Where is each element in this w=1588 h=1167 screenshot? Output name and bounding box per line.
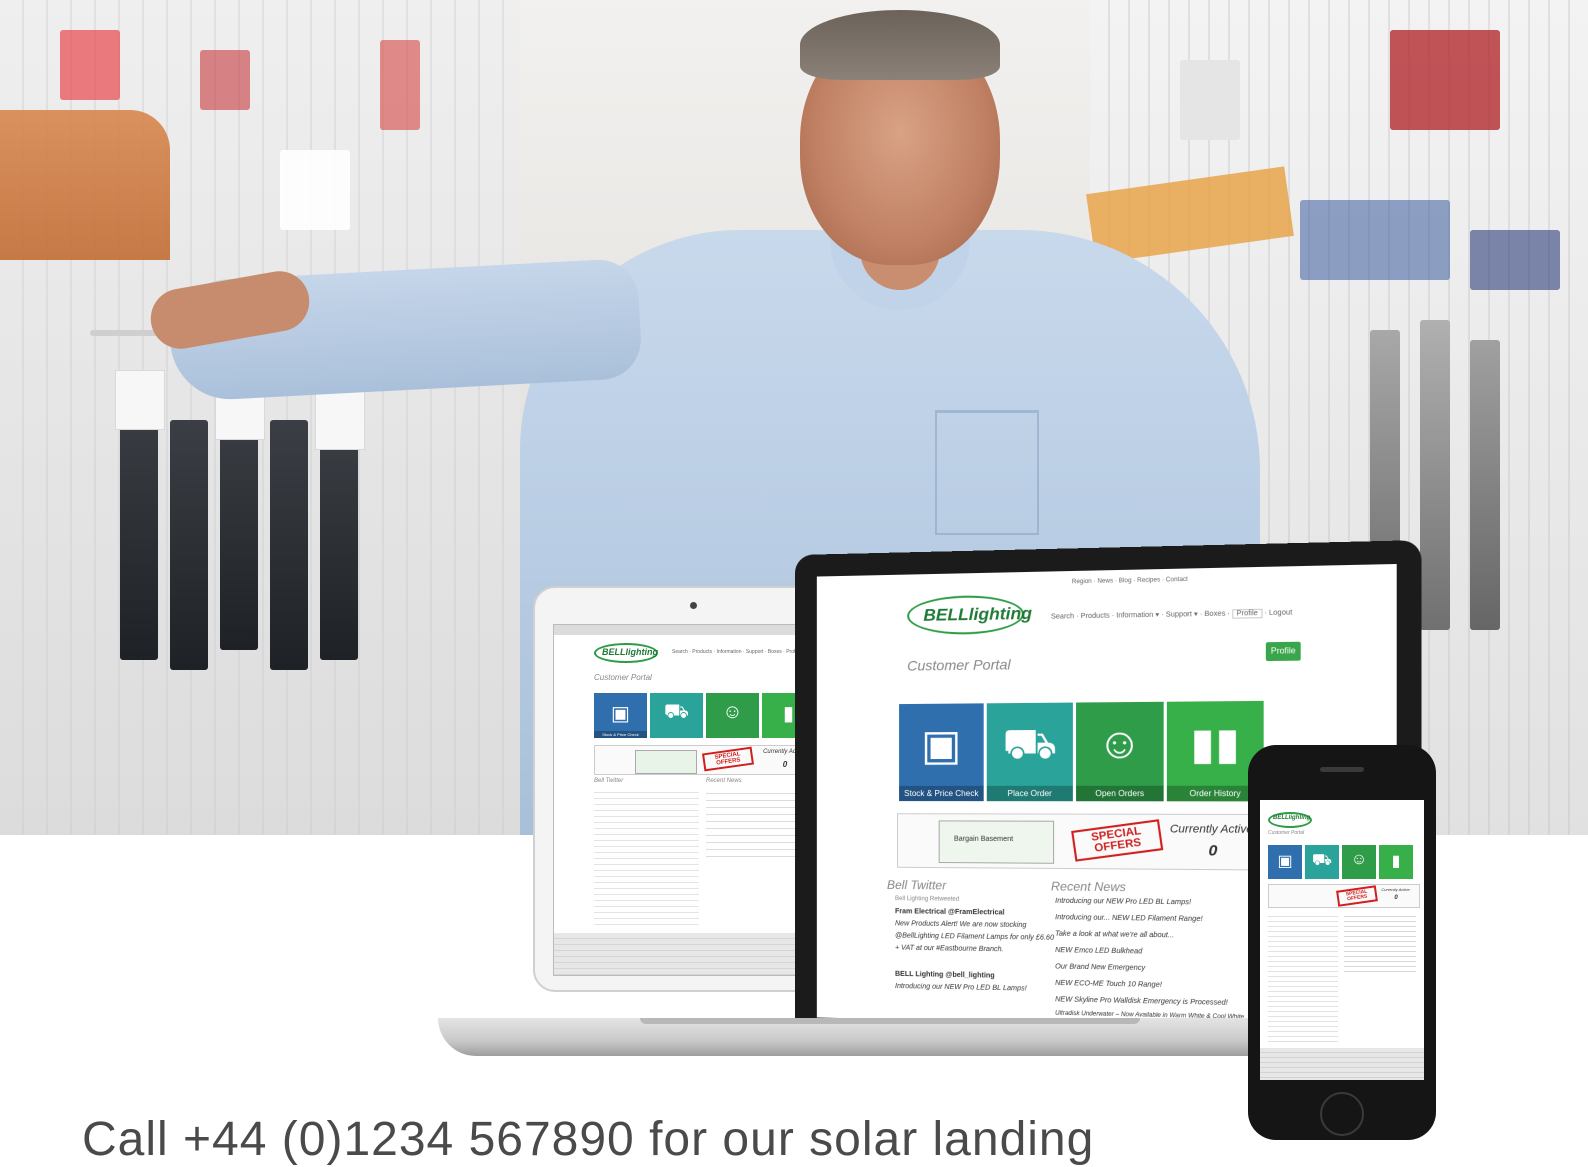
reader-icon: ☺ <box>722 701 743 723</box>
laptop-logo[interactable]: BELLlighting <box>907 594 1032 636</box>
laptop-tweet-line: Introducing our NEW Pro LED BL Lamps! <box>895 982 1027 993</box>
tablet-bargain-thumb <box>635 750 697 774</box>
tablet-screen: BELLlighting Search · Products · Informa… <box>553 624 835 976</box>
tablet-browser-bar <box>554 625 834 635</box>
tablet-promo-strip[interactable]: SPECIAL OFFERS Currently Active: 0 <box>594 745 817 775</box>
phone-home-button[interactable] <box>1320 1092 1364 1136</box>
laptop-keyboard-edge <box>640 1018 1140 1024</box>
phone-speaker-icon <box>1320 767 1364 772</box>
tablet-news-title: Recent News <box>706 778 742 784</box>
laptop-bargain-thumb: Bargain Basement <box>938 820 1055 864</box>
phone-active-count: 0 <box>1394 895 1398 901</box>
phone-offer-stamp: SPECIAL OFFERS <box>1336 885 1378 907</box>
tablet-twitter-title: Bell Twitter <box>594 778 624 784</box>
laptop-offer-stamp: SPECIAL OFFERS <box>1071 819 1164 862</box>
laptop-tweet-line[interactable]: BELL Lighting @bell_lighting <box>895 971 995 980</box>
phone-portal-title: Customer Portal <box>1268 830 1305 836</box>
laptop-top-nav[interactable]: Region · News · Blog · Recipes · Contact <box>1072 577 1188 586</box>
laptop-news-item[interactable]: Our Brand New Emergency <box>1055 963 1145 972</box>
laptop-tweet-line: + VAT at our #Eastbourne Branch. <box>895 944 1004 954</box>
laptop-nav[interactable]: Search · Products · Information ▾ · Supp… <box>1051 608 1292 621</box>
phone-promo-strip[interactable]: SPECIAL OFFERS Currently Active: 0 <box>1268 884 1420 908</box>
laptop-tile-stock[interactable]: ▣ Stock & Price Check <box>899 703 984 802</box>
monitor-icon: ▣ <box>611 703 630 725</box>
monitor-icon: ▣ <box>921 720 962 769</box>
laptop-tweet-line[interactable]: Fram Electrical @FramElectrical <box>895 908 1004 916</box>
phone-logo[interactable]: BELLlighting <box>1268 812 1312 828</box>
phone-tile-order[interactable]: ⛟ <box>1305 845 1339 879</box>
tablet-logo[interactable]: BELLlighting <box>594 643 658 663</box>
laptop-news-item[interactable]: Take a look at what we're all about... <box>1055 931 1174 940</box>
phone-logo-text: BELLlighting <box>1273 815 1311 821</box>
laptop-news-item[interactable]: NEW ECO-ME Touch 10 Range! <box>1055 980 1162 989</box>
laptop-tile-label: Stock & Price Check <box>899 785 984 802</box>
tablet-portal-title: Customer Portal <box>594 673 652 682</box>
laptop-logo-text: BELLlighting <box>923 603 1032 625</box>
laptop-twitter-title: Bell Twitter <box>886 877 947 893</box>
cart-icon: ⛟ <box>1002 719 1058 768</box>
tablet-tile-order[interactable]: ⛟ <box>650 693 703 738</box>
phone-device: BELLlighting Customer Portal ▣ ⛟ ☺ ▮ SPE… <box>1248 745 1436 1140</box>
books-icon: ▮ <box>1391 853 1401 870</box>
tablet-twitter-feed <box>594 787 699 927</box>
laptop-profile-button[interactable]: Profile <box>1265 641 1301 662</box>
tablet-tile-open[interactable]: ☺ <box>706 693 759 738</box>
reader-icon: ☺ <box>1097 718 1143 768</box>
laptop-news-item[interactable]: Introducing our NEW Pro LED BL Lamps! <box>1055 898 1191 907</box>
phone-active-label: Currently Active: <box>1381 887 1411 892</box>
laptop-tile-open[interactable]: ☺ Open Orders <box>1076 701 1164 802</box>
cart-icon: ⛟ <box>663 701 690 723</box>
laptop-promo-strip[interactable]: Bargain Basement SPECIAL OFFERS Currentl… <box>897 813 1269 871</box>
laptop-news-item[interactable]: Introducing our... NEW LED Filament Rang… <box>1055 914 1202 923</box>
phone-twitter-feed <box>1268 912 1338 1042</box>
laptop-tile-label: Open Orders <box>1076 785 1164 802</box>
laptop-tile-order[interactable]: ⛟ Place Order <box>986 702 1073 802</box>
cart-icon: ⛟ <box>1311 852 1333 869</box>
hair <box>800 10 1000 80</box>
reader-icon: ☺ <box>1350 851 1368 868</box>
laptop-tile-label: Place Order <box>986 785 1073 802</box>
phone-screen: BELLlighting Customer Portal ▣ ⛟ ☺ ▮ SPE… <box>1260 800 1424 1080</box>
phone-news-list <box>1344 912 1416 972</box>
laptop-news-item[interactable]: NEW Skyline Pro Walldisk Emergency is Pr… <box>1055 996 1228 1007</box>
shirt-pocket <box>935 410 1039 535</box>
laptop-news-title: Recent News <box>1050 879 1126 895</box>
phone-footer <box>1260 1048 1424 1080</box>
phone-tile-history[interactable]: ▮ <box>1379 845 1413 879</box>
monitor-icon: ▣ <box>1277 853 1293 870</box>
tablet-camera-icon <box>690 602 697 609</box>
phone-tile-open[interactable]: ☺ <box>1342 845 1376 879</box>
laptop-bargain-label: Bargain Basement <box>953 835 1014 844</box>
tablet-footer <box>554 933 834 975</box>
phone-tile-stock[interactable]: ▣ <box>1268 845 1302 879</box>
tablet-tile-label: Stock & Price Check <box>594 731 647 738</box>
laptop-tweet-line: @BellLighting LED Filament Lamps for onl… <box>895 932 1055 942</box>
tablet-tile-stock[interactable]: ▣ Stock & Price Check <box>594 693 647 738</box>
laptop-portal-title: Customer Portal <box>907 656 1011 674</box>
tablet-logo-text: BELLlighting <box>602 647 658 657</box>
laptop-tweet-line: New Products Alert! We are now stocking <box>895 920 1027 930</box>
laptop-tweet-line: Bell Lighting Retweeted <box>895 896 960 903</box>
laptop-news-item[interactable]: NEW Emco LED Bulkhead <box>1055 947 1142 956</box>
call-to-action-text: Call +44 (0)1234 567890 for our solar la… <box>82 1113 1095 1166</box>
tablet-offer-stamp: SPECIAL OFFERS <box>701 746 755 772</box>
